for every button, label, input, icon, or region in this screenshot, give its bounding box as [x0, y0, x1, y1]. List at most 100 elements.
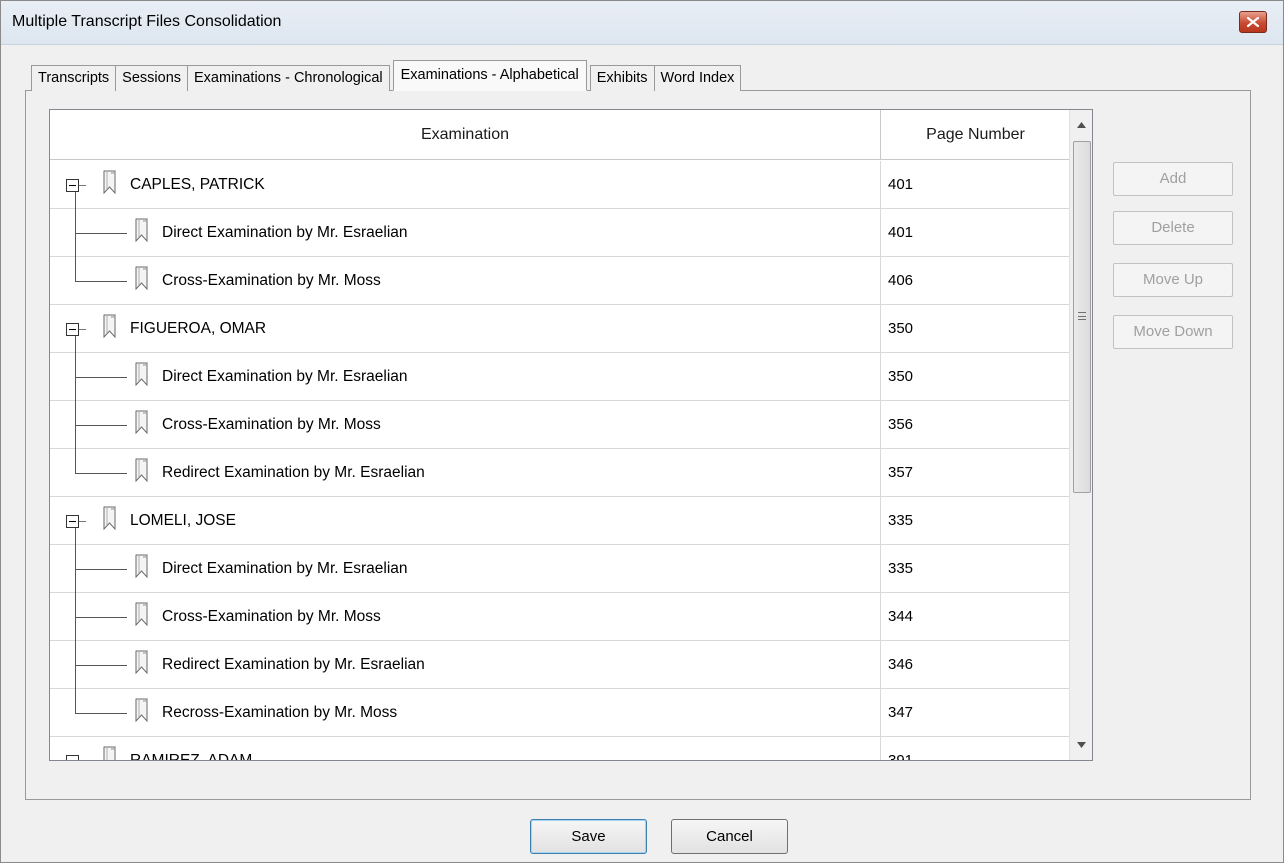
- tree-row-examination[interactable]: Recross-Examination by Mr. Moss 347: [50, 689, 1069, 737]
- examination-label: Redirect Examination by Mr. Esraelian: [162, 464, 425, 481]
- tree-row-witness[interactable]: FIGUEROA, OMAR 350: [50, 305, 1069, 354]
- examination-cell[interactable]: Recross-Examination by Mr. Moss: [50, 689, 881, 737]
- tree-row-witness[interactable]: RAMIREZ, ADAM 391: [50, 737, 1069, 761]
- page-number-cell[interactable]: 357: [882, 449, 1069, 497]
- tree-connector-line: [75, 665, 127, 666]
- tree-connector-line: [75, 473, 127, 474]
- move-down-button[interactable]: Move Down: [1113, 315, 1233, 349]
- tree-connector-line: [75, 192, 76, 210]
- page-number-cell[interactable]: 350: [882, 353, 1069, 401]
- cancel-button[interactable]: Cancel: [671, 819, 788, 854]
- tree-connector-line: [75, 449, 76, 474]
- tree-row-examination[interactable]: Redirect Examination by Mr. Esraelian 357: [50, 449, 1069, 497]
- bookmark-icon: [134, 650, 150, 675]
- tab-examinations-chronological[interactable]: Examinations - Chronological: [188, 65, 390, 91]
- examination-cell[interactable]: Direct Examination by Mr. Esraelian: [50, 545, 881, 593]
- examination-label: Direct Examination by Mr. Esraelian: [162, 560, 408, 577]
- witness-name: CAPLES, PATRICK: [130, 176, 265, 193]
- tree-row-examination[interactable]: Direct Examination by Mr. Esraelian 335: [50, 545, 1069, 593]
- scrollbar-thumb[interactable]: [1073, 141, 1091, 493]
- witness-name: LOMELI, JOSE: [130, 512, 236, 529]
- scroll-up-button[interactable]: [1070, 114, 1092, 136]
- bookmark-icon: [134, 458, 150, 483]
- examination-cell[interactable]: Redirect Examination by Mr. Esraelian: [50, 641, 881, 689]
- examination-label: Redirect Examination by Mr. Esraelian: [162, 656, 425, 673]
- tree-row-witness[interactable]: CAPLES, PATRICK 401: [50, 161, 1069, 210]
- examination-label: Recross-Examination by Mr. Moss: [162, 704, 398, 721]
- examination-cell[interactable]: Cross-Examination by Mr. Moss: [50, 593, 881, 641]
- page-number-cell[interactable]: 401: [882, 209, 1069, 257]
- bookmark-icon: [134, 410, 150, 435]
- page-number-cell[interactable]: 391: [882, 737, 1069, 760]
- examination-cell[interactable]: FIGUEROA, OMAR: [50, 305, 881, 354]
- page-number-cell[interactable]: 347: [882, 689, 1069, 737]
- close-icon: [1247, 17, 1259, 27]
- tree-connector-line: [75, 425, 127, 426]
- page-number-cell[interactable]: 350: [882, 305, 1069, 353]
- page-number-cell[interactable]: 335: [882, 497, 1069, 545]
- tree-connector-line: [75, 617, 127, 618]
- tab-exhibits[interactable]: Exhibits: [589, 65, 655, 91]
- tree-connector-line: [75, 569, 127, 570]
- tab-sessions[interactable]: Sessions: [116, 65, 189, 91]
- tree-connector-line: [75, 257, 76, 282]
- tab-transcripts[interactable]: Transcripts: [31, 65, 117, 91]
- witness-name: FIGUEROA, OMAR: [130, 320, 267, 337]
- delete-button[interactable]: Delete: [1113, 211, 1233, 245]
- tree-connector-line: [75, 713, 127, 714]
- grid-rows: CAPLES, PATRICK 401 Direct Examination by …: [50, 161, 1069, 761]
- examination-cell[interactable]: RAMIREZ, ADAM: [50, 737, 881, 761]
- move-up-button[interactable]: Move Up: [1113, 263, 1233, 297]
- bookmark-icon: [134, 698, 150, 723]
- bookmark-icon: [134, 362, 150, 387]
- examination-label: Cross-Examination by Mr. Moss: [162, 608, 381, 625]
- page-number-cell[interactable]: 344: [882, 593, 1069, 641]
- collapse-toggle-icon[interactable]: [66, 755, 79, 760]
- tree-row-examination[interactable]: Cross-Examination by Mr. Moss 406: [50, 257, 1069, 305]
- witness-name: RAMIREZ, ADAM: [130, 752, 253, 761]
- examination-cell[interactable]: Direct Examination by Mr. Esraelian: [50, 209, 881, 257]
- page-number-cell[interactable]: 335: [882, 545, 1069, 593]
- tab-strip: Transcripts Sessions Examinations - Chro…: [31, 60, 742, 91]
- column-header-page-number[interactable]: Page Number: [882, 110, 1069, 160]
- examination-cell[interactable]: CAPLES, PATRICK: [50, 161, 881, 210]
- page-number-cell[interactable]: 406: [882, 257, 1069, 305]
- examination-cell[interactable]: Cross-Examination by Mr. Moss: [50, 257, 881, 305]
- examination-cell[interactable]: Redirect Examination by Mr. Esraelian: [50, 449, 881, 497]
- tab-examinations-alphabetical[interactable]: Examinations - Alphabetical: [392, 60, 587, 91]
- vertical-scrollbar[interactable]: [1069, 110, 1092, 760]
- examination-cell[interactable]: LOMELI, JOSE: [50, 497, 881, 546]
- dialog-window: Multiple Transcript Files Consolidation …: [0, 0, 1284, 863]
- tree-connector-line: [75, 689, 76, 714]
- tree-row-examination[interactable]: Cross-Examination by Mr. Moss 344: [50, 593, 1069, 641]
- grid-header: Examination Page Number: [50, 110, 1069, 160]
- tree-row-witness[interactable]: LOMELI, JOSE 335: [50, 497, 1069, 546]
- collapse-toggle-icon[interactable]: [66, 179, 86, 192]
- collapse-toggle-icon[interactable]: [66, 323, 86, 336]
- add-button[interactable]: Add: [1113, 162, 1233, 196]
- examination-cell[interactable]: Direct Examination by Mr. Esraelian: [50, 353, 881, 401]
- tree-row-examination[interactable]: Direct Examination by Mr. Esraelian 350: [50, 353, 1069, 401]
- title-bar: Multiple Transcript Files Consolidation: [1, 1, 1283, 45]
- bookmark-icon: [102, 170, 118, 195]
- examination-cell[interactable]: Cross-Examination by Mr. Moss: [50, 401, 881, 449]
- close-button[interactable]: [1239, 11, 1267, 33]
- column-header-examination[interactable]: Examination: [50, 110, 881, 160]
- examinations-tree-grid[interactable]: Examination Page Number CAPLES, PATRICK 4…: [49, 109, 1093, 761]
- bookmark-icon: [102, 506, 118, 531]
- tree-row-examination[interactable]: Cross-Examination by Mr. Moss 356: [50, 401, 1069, 449]
- scroll-down-button[interactable]: [1070, 734, 1092, 756]
- page-number-cell[interactable]: 346: [882, 641, 1069, 689]
- tree-row-examination[interactable]: Redirect Examination by Mr. Esraelian 346: [50, 641, 1069, 689]
- tree-row-examination[interactable]: Direct Examination by Mr. Esraelian 401: [50, 209, 1069, 257]
- examination-label: Cross-Examination by Mr. Moss: [162, 272, 381, 289]
- collapse-toggle-icon[interactable]: [66, 515, 86, 528]
- tab-word-index[interactable]: Word Index: [654, 65, 742, 91]
- page-number-cell[interactable]: 356: [882, 401, 1069, 449]
- page-number-cell[interactable]: 401: [882, 161, 1069, 209]
- save-button[interactable]: Save: [530, 819, 647, 854]
- bookmark-icon: [134, 218, 150, 243]
- examination-label: Cross-Examination by Mr. Moss: [162, 416, 381, 433]
- arrow-up-icon: [1077, 122, 1086, 128]
- grip-icon: [1078, 312, 1086, 320]
